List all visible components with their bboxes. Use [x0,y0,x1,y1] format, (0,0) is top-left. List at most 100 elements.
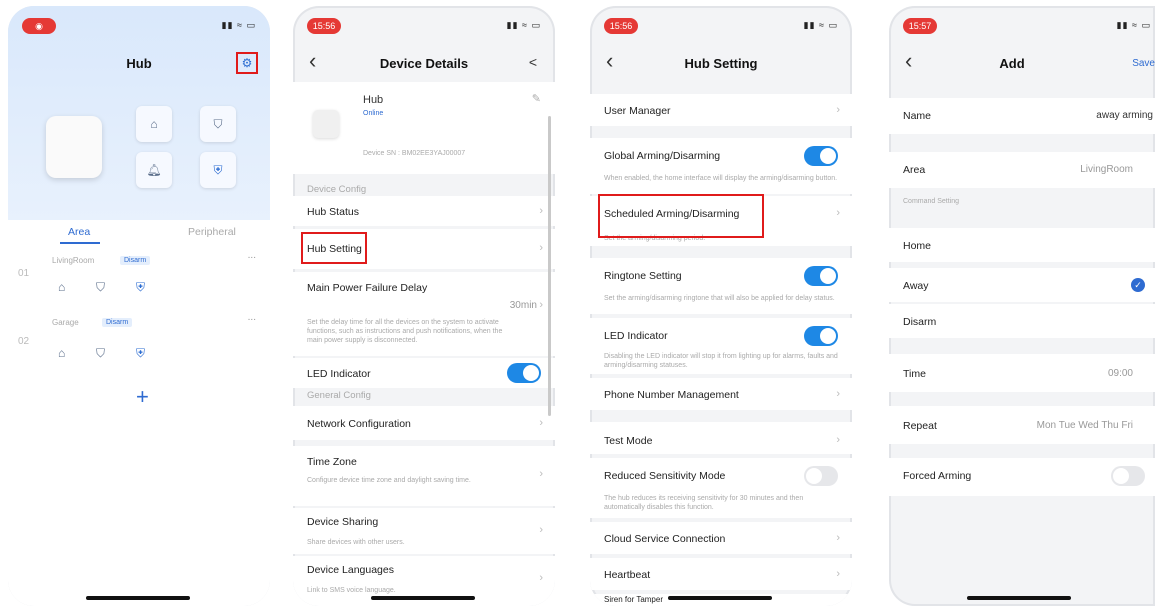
device-sharing-row[interactable]: Device Sharing › Share devices with othe… [293,508,555,554]
cloud-service-row[interactable]: Cloud Service Connection › [590,522,852,554]
house-shield-icon[interactable]: ⌂ [58,346,65,360]
device-card: Hub Online ✎ Device SN : BM02EE3YAJ00007 [293,82,555,174]
scrollbar[interactable] [548,116,551,416]
status-time: 15:56 [307,18,341,34]
bell-icon: 🔔︎ [146,163,162,177]
page-title: Hub [126,56,152,71]
row-value: 30min [509,300,537,311]
device-status: Online [363,110,384,117]
device-sn: Device SN : BM02EE3YAJ00007 [363,150,466,157]
settings-icon[interactable]: ⚙ [236,52,258,74]
system-icons: ▮▮ ≈ ▭ [506,20,541,30]
row-label: Siren for Tamper [604,595,663,604]
hub-status-row[interactable]: Hub Status › [293,196,555,226]
status-bar: 15:57 ▮▮ ≈ ▭ [889,6,1155,36]
row-label: Test Mode [604,435,653,447]
row-label: Repeat [903,420,937,432]
row-description: Set the delay time for all the devices o… [307,319,503,344]
row-label: Heartbeat [604,569,651,581]
tab-area-underline [60,242,100,244]
global-arming-row: Global Arming/Disarming When enabled, th… [590,138,852,194]
chevron-right-icon: › [539,242,543,254]
away-option-row[interactable]: Away ✓ [889,268,1155,302]
away-shield-icon: ⛉ [213,116,223,131]
row-label: Main Power Failure Delay [307,282,428,294]
network-row[interactable]: Network Configuration › [293,406,555,440]
chevron-right-icon: › [836,207,840,219]
repeat-row[interactable]: Repeat Mon Tue Wed Thu Fri [889,406,1155,444]
home-arm-button[interactable]: ⌂ [136,106,172,142]
away-shield-icon[interactable]: ⛉ [96,346,105,361]
forced-arming-toggle[interactable] [1111,466,1145,486]
shield-icon[interactable]: ⛨ [136,346,145,361]
tab-peripheral[interactable]: Peripheral [188,226,236,238]
row-label: LED Indicator [307,368,371,380]
reduced-sensitivity-toggle[interactable] [804,466,838,486]
row-value: 09:00 [1107,368,1133,379]
chevron-right-icon: › [539,572,543,584]
system-icons: ▮▮ ≈ ▭ [221,20,256,30]
system-icons: ▮▮ ≈ ▭ [1116,20,1151,30]
section-general-config: General Config [307,390,371,401]
phone-hub-setting: 15:56 ▮▮ ≈ ▭ ‹ Hub Setting User Manager … [590,6,852,606]
global-arming-toggle[interactable] [804,146,838,166]
row-label: Network Configuration [307,418,411,430]
chevron-right-icon: › [539,205,543,217]
add-area-button[interactable]: + [136,384,149,410]
nav-bar: ‹ Device Details < [293,46,555,76]
chevron-right-icon: › [836,434,840,446]
row-label: Forced Arming [903,470,972,482]
timezone-row[interactable]: Time Zone › Configure device time zone a… [293,446,555,506]
row-description: Share devices with other users. [307,539,405,546]
heartbeat-row[interactable]: Heartbeat › [590,558,852,590]
time-row[interactable]: Time 09:00 [889,354,1155,392]
status-bar: ◉ ▮▮ ≈ ▭ [8,6,270,36]
away-arm-button[interactable]: ⛉ [200,106,236,142]
page-title: Hub Setting [684,56,758,71]
house-shield-icon: ⌂ [150,117,158,131]
more-icon[interactable]: ... [248,312,256,323]
test-mode-row[interactable]: Test Mode › [590,422,852,454]
more-icon[interactable]: ... [248,250,256,261]
phone-number-row[interactable]: Phone Number Management › [590,378,852,410]
ringtone-row: Ringtone Setting Set the arming/disarmin… [590,258,852,314]
user-manager-row[interactable]: User Manager › [590,94,852,126]
row-value: LivingRoom [1080,164,1133,175]
highlight-box [598,194,764,238]
row-label: User Manager [604,105,671,117]
name-value: away arming [1096,110,1153,121]
chevron-right-icon: › [539,417,543,429]
home-option-row[interactable]: Home [889,228,1155,262]
house-shield-icon[interactable]: ⌂ [58,280,65,294]
phone-add-schedule: 15:57 ▮▮ ≈ ▭ ‹ Add Save Name away arming… [889,6,1155,606]
chevron-right-icon: › [539,524,543,536]
led-toggle[interactable] [804,326,838,346]
ringtone-toggle[interactable] [804,266,838,286]
shield-icon[interactable]: ⛨ [136,280,145,295]
power-failure-row[interactable]: Main Power Failure Delay 30min › Set the… [293,272,555,356]
disarm-button[interactable]: ⛨ [200,152,236,188]
system-icons: ▮▮ ≈ ▭ [803,20,838,30]
check-icon: ✓ [1131,278,1145,292]
led-toggle[interactable] [507,363,541,383]
alarm-bell-button[interactable]: 🔔︎ [136,152,172,188]
nav-bar: ‹ Add Save [889,46,1155,76]
row-label: Name [903,110,932,122]
row-description: The hub reduces its receiving sensitivit… [604,495,804,511]
area-row[interactable]: Area LivingRoom [889,152,1155,188]
section-device-config: Device Config [307,184,367,195]
name-row[interactable]: Name away arming [889,98,1155,134]
chevron-right-icon: › [836,388,840,400]
status-bar: 15:56 ▮▮ ≈ ▭ [293,6,555,36]
away-shield-icon[interactable]: ⛉ [96,280,105,295]
row-description: Link to SMS voice language. [307,587,396,594]
share-icon[interactable]: < [529,54,537,70]
disarm-option-row[interactable]: Disarm [889,304,1155,338]
save-button[interactable]: Save [1132,58,1155,69]
home-indicator [967,596,1071,600]
tab-area[interactable]: Area [68,226,90,238]
edit-icon[interactable]: ✎ [532,92,541,105]
row-label: LED Indicator [604,330,668,342]
phone-hub: ◉ ▮▮ ≈ ▭ Hub ⚙ ⌂ ⛉ 🔔︎ ⛨ Area Peripheral … [8,6,270,606]
row-label: Cloud Service Connection [604,533,726,545]
